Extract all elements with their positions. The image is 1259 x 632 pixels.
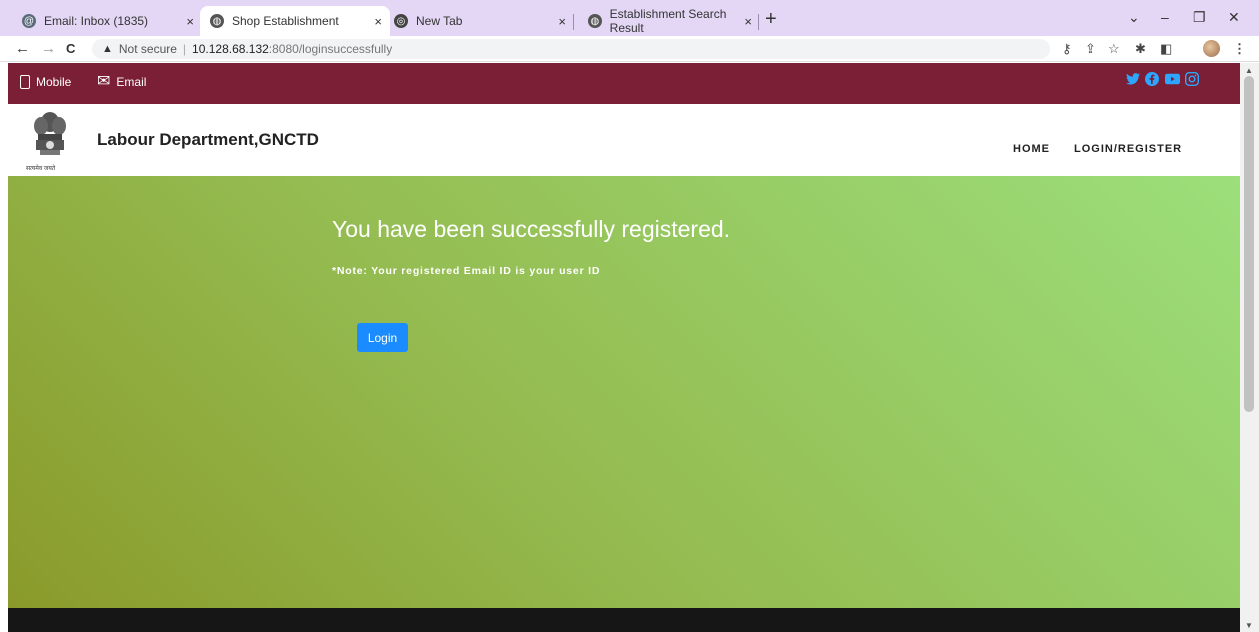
scroll-down-arrow-icon[interactable]: ▼ (1245, 621, 1253, 630)
address-bar[interactable]: ▲ Not secure | 10.128.68.132 :8080/login… (92, 39, 1050, 59)
login-button[interactable]: Login (357, 323, 408, 352)
gmail-icon: @ (22, 14, 36, 28)
site-header: सत्यमेव जयते Labour Department,GNCTD HOM… (8, 104, 1240, 176)
chrome-icon: ◎ (394, 14, 408, 28)
sidepanel-icon[interactable]: ◧ (1160, 41, 1172, 57)
browser-toolbar: ← → C ▲ Not secure | 10.128.68.132 :8080… (0, 36, 1259, 62)
tab-title: Establishment Search Result (609, 7, 727, 35)
tab-new-tab[interactable]: ◎ New Tab × (384, 6, 574, 36)
tab-close-icon[interactable]: × (558, 14, 566, 29)
phone-icon (20, 75, 30, 89)
browser-tab-bar: @ Email: Inbox (1835) × ◍ Shop Establish… (0, 0, 1259, 36)
twitter-icon[interactable] (1126, 72, 1140, 88)
youtube-icon[interactable] (1165, 72, 1180, 88)
emblem-caption: सत्यमेव जयते (26, 166, 56, 172)
success-hero-section: You have been successfully registered. *… (8, 176, 1240, 608)
scroll-up-arrow-icon[interactable]: ▲ (1245, 66, 1253, 75)
globe-icon: ◍ (210, 14, 224, 28)
site-footer (8, 608, 1240, 632)
tab-search-chevron-icon[interactable]: ⌄ (1128, 9, 1140, 26)
restore-button[interactable]: ❐ (1193, 9, 1206, 26)
warning-icon[interactable]: ▲ (102, 43, 113, 55)
security-label: Not secure (118, 42, 177, 56)
url-path: :8080/loginsuccessfully (268, 42, 393, 56)
user-id-note: *Note: Your registered Email ID is your … (332, 265, 601, 277)
tab-close-icon[interactable]: × (744, 14, 752, 29)
key-icon[interactable]: ⚷ (1062, 41, 1072, 57)
instagram-icon[interactable] (1185, 72, 1199, 89)
globe-icon: ◍ (588, 14, 602, 28)
new-tab-button[interactable]: + (765, 8, 777, 31)
minimize-button[interactable]: – (1161, 9, 1169, 25)
scrollbar-thumb[interactable] (1244, 76, 1254, 412)
facebook-icon[interactable] (1145, 72, 1159, 89)
tab-divider (758, 14, 759, 30)
tab-close-icon[interactable]: × (186, 14, 194, 29)
tab-title: New Tab (416, 14, 463, 28)
reload-button[interactable]: C (66, 41, 75, 56)
star-icon[interactable]: ☆ (1108, 41, 1120, 57)
address-divider: | (182, 42, 187, 56)
url-host: 10.128.68.132 (192, 42, 269, 56)
share-icon[interactable]: ⇪ (1085, 41, 1096, 57)
profile-avatar[interactable] (1203, 40, 1220, 57)
success-heading: You have been successfully registered. (332, 216, 731, 242)
mobile-label: Mobile (36, 75, 72, 89)
tab-title: Shop Establishment (232, 14, 339, 28)
tab-title: Email: Inbox (1835) (44, 14, 149, 28)
tab-establishment-search[interactable]: ◍ Establishment Search Result × (578, 6, 760, 36)
back-button[interactable]: ← (15, 40, 30, 57)
site-contact-bar: Mobile ✉ Email (8, 63, 1240, 104)
forward-button[interactable]: → (41, 40, 56, 57)
tab-email-inbox[interactable]: @ Email: Inbox (1835) × (12, 6, 202, 36)
site-brand-title[interactable]: Labour Department,GNCTD (97, 130, 319, 150)
mail-icon: ✉ (97, 73, 111, 90)
nav-login-register-link[interactable]: LOGIN/REGISTER (1074, 143, 1182, 155)
nav-home-link[interactable]: HOME (1013, 143, 1050, 155)
tab-close-icon[interactable]: × (374, 14, 382, 29)
tab-divider (573, 14, 574, 30)
email-link[interactable]: ✉ Email (97, 73, 147, 90)
tab-shop-establishment[interactable]: ◍ Shop Establishment × (200, 6, 390, 36)
state-emblem-logo[interactable]: सत्यमेव जयते (26, 108, 70, 174)
close-window-button[interactable]: ✕ (1228, 9, 1240, 26)
email-label: Email (116, 75, 147, 89)
menu-icon[interactable]: ⋮ (1233, 41, 1246, 57)
extensions-icon[interactable]: ✱ (1135, 41, 1146, 57)
mobile-link[interactable]: Mobile (20, 75, 71, 89)
